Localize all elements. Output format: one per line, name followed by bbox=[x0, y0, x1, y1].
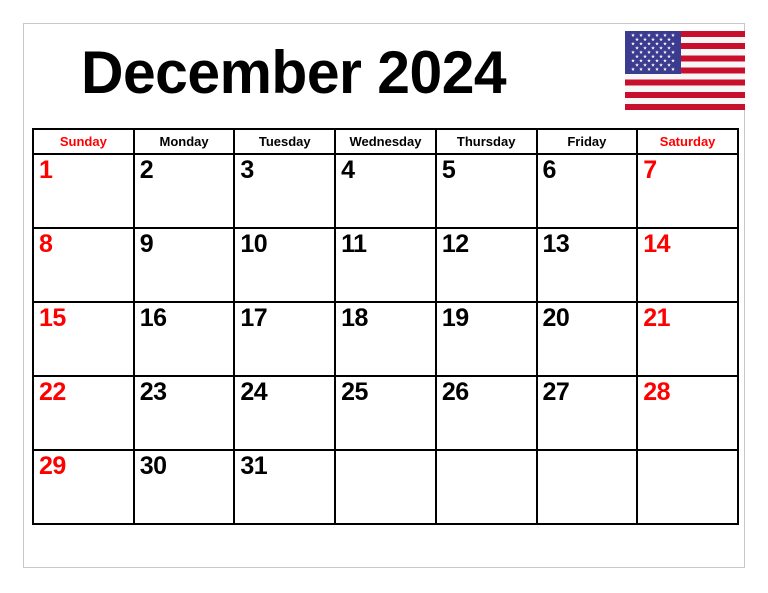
day-number: 3 bbox=[240, 156, 254, 184]
calendar-day-cell[interactable]: 9 bbox=[132, 227, 236, 303]
day-number: 8 bbox=[39, 230, 53, 258]
day-number: 27 bbox=[542, 378, 570, 406]
day-number: 22 bbox=[39, 378, 66, 406]
calendar-page: December 2024 Sunday Monday Tuesday Wednesd… bbox=[23, 23, 745, 568]
day-number: 7 bbox=[643, 156, 657, 184]
day-number: 24 bbox=[240, 378, 268, 406]
weekday-header-saturday: Saturday bbox=[636, 128, 739, 155]
day-number: 19 bbox=[441, 304, 469, 332]
page-title: December 2024 bbox=[81, 39, 507, 106]
calendar-day-cell[interactable]: 17 bbox=[233, 301, 337, 377]
calendar-day-cell[interactable]: 24 bbox=[233, 375, 337, 451]
day-number: 14 bbox=[643, 230, 671, 258]
calendar-day-cell[interactable]: 22 bbox=[32, 375, 135, 451]
weekday-header-monday: Monday bbox=[132, 128, 236, 155]
calendar-week-row: 29 30 31 bbox=[32, 449, 739, 525]
day-number: 18 bbox=[341, 304, 368, 332]
calendar-day-cell[interactable]: 25 bbox=[334, 375, 437, 451]
calendar-day-cell[interactable]: 18 bbox=[334, 301, 437, 377]
calendar-week-row: 22 23 24 25 26 27 28 bbox=[32, 375, 739, 451]
day-number bbox=[437, 451, 536, 454]
day-number: 23 bbox=[139, 378, 167, 406]
day-number: 30 bbox=[139, 452, 167, 480]
day-number: 12 bbox=[441, 230, 469, 258]
calendar-day-cell[interactable]: 2 bbox=[132, 153, 236, 229]
day-number: 29 bbox=[39, 452, 66, 480]
day-number bbox=[336, 451, 435, 454]
calendar-day-cell[interactable]: 26 bbox=[434, 375, 538, 451]
calendar-day-cell[interactable]: 27 bbox=[535, 375, 639, 451]
day-number: 25 bbox=[341, 378, 368, 406]
weekday-header-wednesday: Wednesday bbox=[334, 128, 437, 155]
day-number: 9 bbox=[139, 230, 154, 258]
calendar-day-cell[interactable]: 29 bbox=[32, 449, 135, 525]
calendar-day-cell[interactable]: 4 bbox=[334, 153, 437, 229]
day-number bbox=[638, 451, 737, 454]
calendar-week-row: 15 16 17 18 19 20 21 bbox=[32, 301, 739, 377]
day-number: 17 bbox=[240, 304, 268, 332]
united-states-flag-icon bbox=[625, 31, 745, 110]
calendar-day-cell[interactable]: 8 bbox=[32, 227, 135, 303]
calendar-empty-cell bbox=[535, 449, 639, 525]
calendar-week-row: 1 2 3 4 5 6 7 bbox=[32, 153, 739, 229]
calendar-empty-cell bbox=[334, 449, 437, 525]
day-number: 21 bbox=[643, 304, 671, 332]
weekday-header-row: Sunday Monday Tuesday Wednesday Thursday Frid… bbox=[32, 128, 739, 155]
day-number: 20 bbox=[542, 304, 570, 332]
day-number bbox=[538, 451, 637, 454]
calendar-body: 1 2 3 4 5 6 7 8 9 10 11 12 13 14 15 16 17 18 19 20 21 22 23 24 2… bbox=[32, 153, 739, 525]
day-number: 4 bbox=[341, 156, 355, 184]
calendar-empty-cell bbox=[434, 449, 538, 525]
calendar-day-cell[interactable]: 28 bbox=[636, 375, 739, 451]
calendar-day-cell[interactable]: 21 bbox=[636, 301, 739, 377]
weekday-header-friday: Friday bbox=[535, 128, 639, 155]
calendar-day-cell[interactable]: 10 bbox=[233, 227, 337, 303]
day-number: 5 bbox=[441, 156, 456, 184]
calendar-day-cell[interactable]: 12 bbox=[434, 227, 538, 303]
calendar-day-cell[interactable]: 23 bbox=[132, 375, 236, 451]
calendar-empty-cell bbox=[636, 449, 739, 525]
flag-stars bbox=[631, 33, 675, 71]
calendar-day-cell[interactable]: 11 bbox=[334, 227, 437, 303]
day-number: 13 bbox=[542, 230, 570, 258]
day-number: 15 bbox=[39, 304, 66, 332]
day-number: 10 bbox=[240, 230, 268, 258]
calendar-day-cell[interactable]: 20 bbox=[535, 301, 639, 377]
day-number: 26 bbox=[441, 378, 469, 406]
calendar-day-cell[interactable]: 6 bbox=[535, 153, 639, 229]
calendar-day-cell[interactable]: 16 bbox=[132, 301, 236, 377]
day-number: 11 bbox=[341, 230, 367, 258]
calendar-day-cell[interactable]: 14 bbox=[636, 227, 739, 303]
day-number: 31 bbox=[240, 452, 268, 480]
calendar-day-cell[interactable]: 30 bbox=[132, 449, 236, 525]
calendar-day-cell[interactable]: 5 bbox=[434, 153, 538, 229]
calendar-day-cell[interactable]: 7 bbox=[636, 153, 739, 229]
weekday-header-thursday: Thursday bbox=[434, 128, 538, 155]
weekday-header-sunday: Sunday bbox=[32, 128, 135, 155]
calendar-grid: Sunday Monday Tuesday Wednesday Thursday Frid… bbox=[32, 128, 739, 525]
weekday-header-tuesday: Tuesday bbox=[233, 128, 337, 155]
calendar-day-cell[interactable]: 13 bbox=[535, 227, 639, 303]
day-number: 6 bbox=[542, 156, 557, 184]
calendar-day-cell[interactable]: 15 bbox=[32, 301, 135, 377]
calendar-week-row: 8 9 10 11 12 13 14 bbox=[32, 227, 739, 303]
calendar-day-cell[interactable]: 3 bbox=[233, 153, 337, 229]
calendar-header: December 2024 bbox=[24, 24, 745, 128]
day-number: 28 bbox=[643, 378, 671, 406]
calendar-day-cell[interactable]: 31 bbox=[233, 449, 337, 525]
calendar-day-cell[interactable]: 1 bbox=[32, 153, 135, 229]
day-number: 2 bbox=[139, 156, 154, 184]
day-number: 1 bbox=[39, 156, 53, 184]
day-number: 16 bbox=[139, 304, 167, 332]
calendar-day-cell[interactable]: 19 bbox=[434, 301, 538, 377]
